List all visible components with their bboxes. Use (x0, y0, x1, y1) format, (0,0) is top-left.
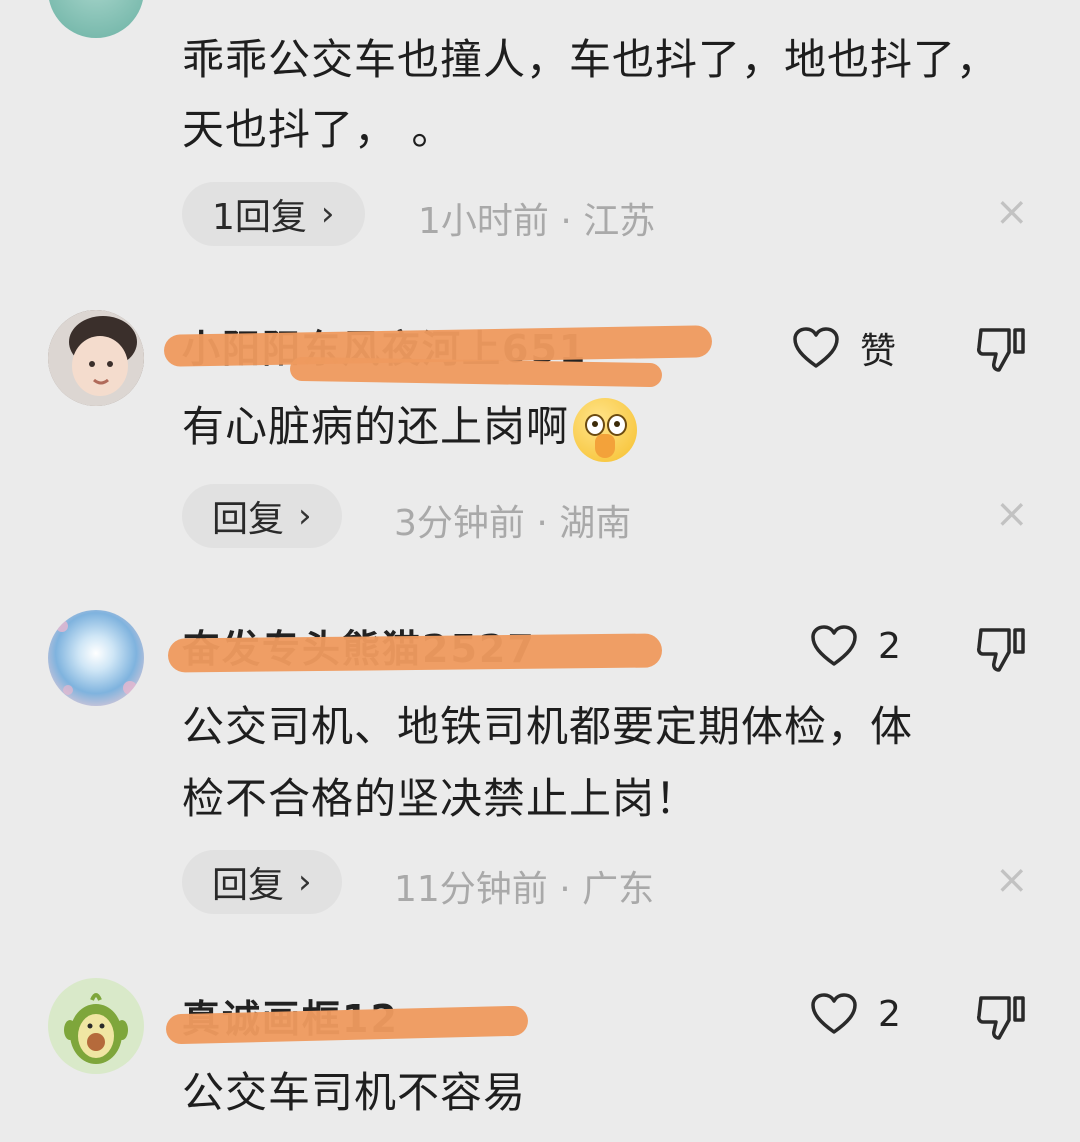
like-button[interactable]: 2 (810, 992, 901, 1036)
thumbs-down-icon (977, 328, 1025, 372)
reply-button[interactable]: 1回复 › (182, 182, 365, 246)
heart-icon (811, 993, 857, 1034)
comment-location: 江苏 (583, 201, 656, 242)
comment-time: 3分钟前 (394, 503, 525, 544)
avatar[interactable] (48, 0, 144, 38)
comment-text-content: 有心脏病的还上岗啊 (182, 402, 570, 451)
like-count: 2 (878, 625, 901, 667)
comment-text: 公交车司机不容易 (182, 1068, 527, 1117)
avatar[interactable] (48, 610, 144, 706)
emoji-shocked-icon (573, 397, 638, 462)
redaction-mark (289, 356, 663, 388)
like-label: 赞 (860, 331, 897, 372)
dislike-button[interactable] (975, 626, 1029, 678)
comment-meta: 11分钟前 · 广东 (394, 860, 654, 912)
comment-time: 1小时前 (418, 201, 549, 242)
close-icon[interactable]: × (995, 494, 1029, 534)
reply-label: 1回复 (212, 197, 307, 238)
like-button[interactable]: 赞 (792, 322, 896, 374)
chevron-right-icon: › (298, 862, 312, 902)
thumbs-down-icon (977, 628, 1025, 672)
dislike-button[interactable] (975, 326, 1029, 378)
heart-icon (811, 625, 857, 666)
comment-location: 广东 (582, 869, 655, 910)
meta-separator: · (547, 869, 583, 910)
comment-time: 11分钟前 (394, 869, 548, 910)
comment-meta: 3分钟前 · 湖南 (394, 494, 631, 546)
reply-button[interactable]: 回复 › (182, 484, 342, 548)
reply-label: 回复 (212, 865, 285, 906)
comment-text: 有心脏病的还上岗啊 (182, 392, 638, 462)
reply-button[interactable]: 回复 › (182, 850, 342, 914)
close-icon[interactable]: × (995, 192, 1029, 232)
like-count: 2 (878, 993, 901, 1035)
chevron-right-icon: › (298, 496, 312, 536)
dislike-button[interactable] (975, 994, 1029, 1046)
thumbs-down-icon (977, 996, 1025, 1040)
meta-separator: · (524, 503, 560, 544)
comment-text-line-2: 天也抖了， 。 (182, 105, 455, 154)
comment-meta: 1小时前 · 江苏 (418, 192, 655, 244)
avatar[interactable] (48, 978, 144, 1074)
comment-text-line-1: 公交司机、地铁司机都要定期体检，体 (182, 702, 914, 751)
comment-location: 湖南 (559, 503, 632, 544)
meta-separator: · (548, 201, 584, 242)
heart-icon (793, 327, 839, 368)
comment-text-line-2: 检不合格的坚决禁止上岗！ (182, 774, 699, 823)
comment-text-line-1: 乖乖公交车也撞人，车也抖了，地也抖了， (182, 35, 1000, 84)
chevron-right-icon: › (320, 194, 335, 234)
avatar[interactable] (48, 310, 144, 406)
redaction-mark (167, 633, 663, 673)
avatar-image (48, 978, 144, 1074)
close-icon[interactable]: × (995, 860, 1029, 900)
like-button[interactable]: 2 (810, 624, 901, 668)
avatar-image (48, 610, 144, 706)
avatar-image (48, 310, 144, 406)
reply-label: 回复 (212, 499, 285, 540)
